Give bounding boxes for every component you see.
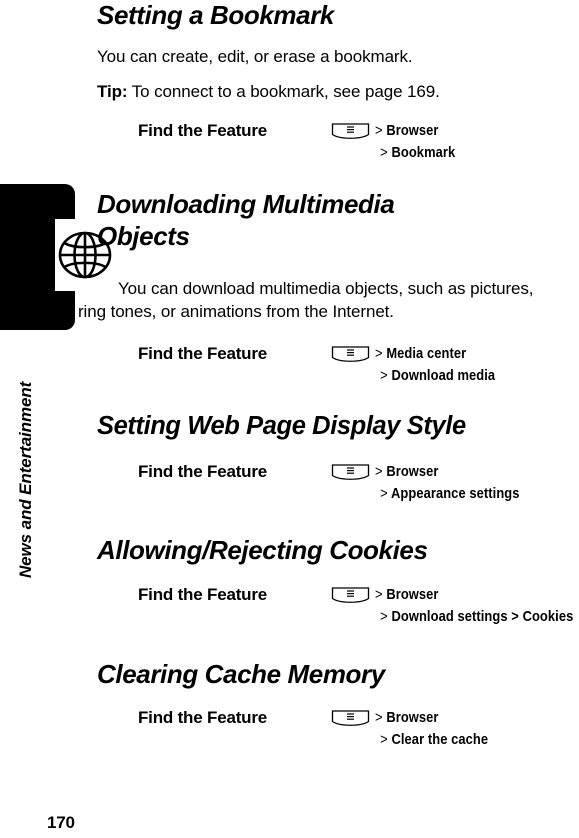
menu-path-chevron: > <box>375 122 383 139</box>
menu-key-icon <box>331 586 370 605</box>
tip-text: To connect to a bookmark, see page 169. <box>127 82 440 101</box>
menu-path-line: > Browser <box>375 461 551 483</box>
find-the-feature-label: Find the Feature <box>138 585 268 604</box>
menu-path-text: Media center <box>386 345 467 362</box>
find-the-feature-label: Find the Feature <box>138 121 268 140</box>
menu-path: > Media center > Download media <box>375 343 579 387</box>
menu-path-line: > Browser <box>375 584 551 606</box>
menu-path-text: Browser <box>386 709 439 726</box>
tip-label: Tip: <box>97 82 128 101</box>
menu-path-text: Browser <box>386 463 439 480</box>
menu-path-chevron: > <box>375 709 383 726</box>
section-heading-clearing-cache-memory: Clearing Cache Memory <box>97 659 385 689</box>
section-heading-downloading-multimedia-objects: Downloading Multimedia Objects <box>97 189 395 251</box>
find-the-feature-row-bookmark: Find the Feature > Browser > Bookmark <box>0 121 579 167</box>
menu-path: > Browser > Clear the cache <box>375 707 579 751</box>
menu-key-icon <box>331 709 370 728</box>
menu-path-line: > Download media <box>375 365 551 387</box>
section-heading-setting-a-bookmark: Setting a Bookmark <box>97 0 334 30</box>
menu-path-text: Browser <box>386 586 439 603</box>
body-paragraph-multimedia: You can download multimedia objects, suc… <box>78 279 534 321</box>
section-heading-setting-web-page-display-style: Setting Web Page Display Style <box>97 412 466 440</box>
menu-path-chevron: > <box>380 731 388 748</box>
menu-path-text: Appearance settings <box>390 485 520 502</box>
find-the-feature-row-cache: Find the Feature > Browser > Clear the c… <box>0 708 579 754</box>
menu-path-chevron: > <box>375 345 383 362</box>
menu-path-line: > Appearance settings <box>375 483 551 505</box>
menu-path-line: > Download settings > Cookies <box>375 606 573 628</box>
find-the-feature-row-cookies: Find the Feature > Browser > Download se… <box>0 585 579 631</box>
menu-path-text: Clear the cache <box>391 731 489 748</box>
section-heading-allowing-rejecting-cookies: Allowing/Rejecting Cookies <box>97 535 428 565</box>
find-the-feature-row-multimedia: Find the Feature > Media center > Downlo… <box>0 344 579 390</box>
menu-path-text: Browser <box>386 122 439 139</box>
menu-path-text: Download media <box>391 367 496 384</box>
menu-path-chevron: > <box>380 608 388 625</box>
menu-path-chevron: > <box>375 586 383 603</box>
menu-path: > Browser > Appearance settings <box>375 461 579 505</box>
page-number: 170 <box>47 813 75 832</box>
menu-path-text: Bookmark <box>391 144 456 161</box>
menu-path-chevron: > <box>375 463 383 480</box>
menu-path-chevron: > <box>380 367 388 384</box>
menu-key-icon <box>331 345 370 364</box>
menu-path-line: > Media center <box>375 343 551 365</box>
tip-paragraph: Tip: To connect to a bookmark, see page … <box>97 80 547 103</box>
menu-path: > Browser > Download settings > Cookies <box>375 584 579 628</box>
find-the-feature-label: Find the Feature <box>138 344 268 363</box>
find-the-feature-label: Find the Feature <box>138 708 268 727</box>
menu-path-line: > Browser <box>375 120 551 142</box>
menu-path-chevron: > <box>380 485 388 502</box>
menu-path: > Browser > Bookmark <box>375 120 579 164</box>
menu-key-icon <box>331 463 370 482</box>
find-the-feature-row-display-style: Find the Feature > Browser > Appearance … <box>0 462 579 508</box>
find-the-feature-label: Find the Feature <box>138 462 268 481</box>
menu-path-chevron: > <box>380 144 388 161</box>
menu-path-line: > Browser <box>375 707 551 729</box>
menu-key-icon <box>331 122 370 141</box>
menu-path-line: > Bookmark <box>375 142 551 164</box>
menu-path-line: > Clear the cache <box>375 729 551 751</box>
menu-path-text: Download settings > Cookies <box>391 608 574 625</box>
body-paragraph-bookmark: You can create, edit, or erase a bookmar… <box>97 47 413 66</box>
